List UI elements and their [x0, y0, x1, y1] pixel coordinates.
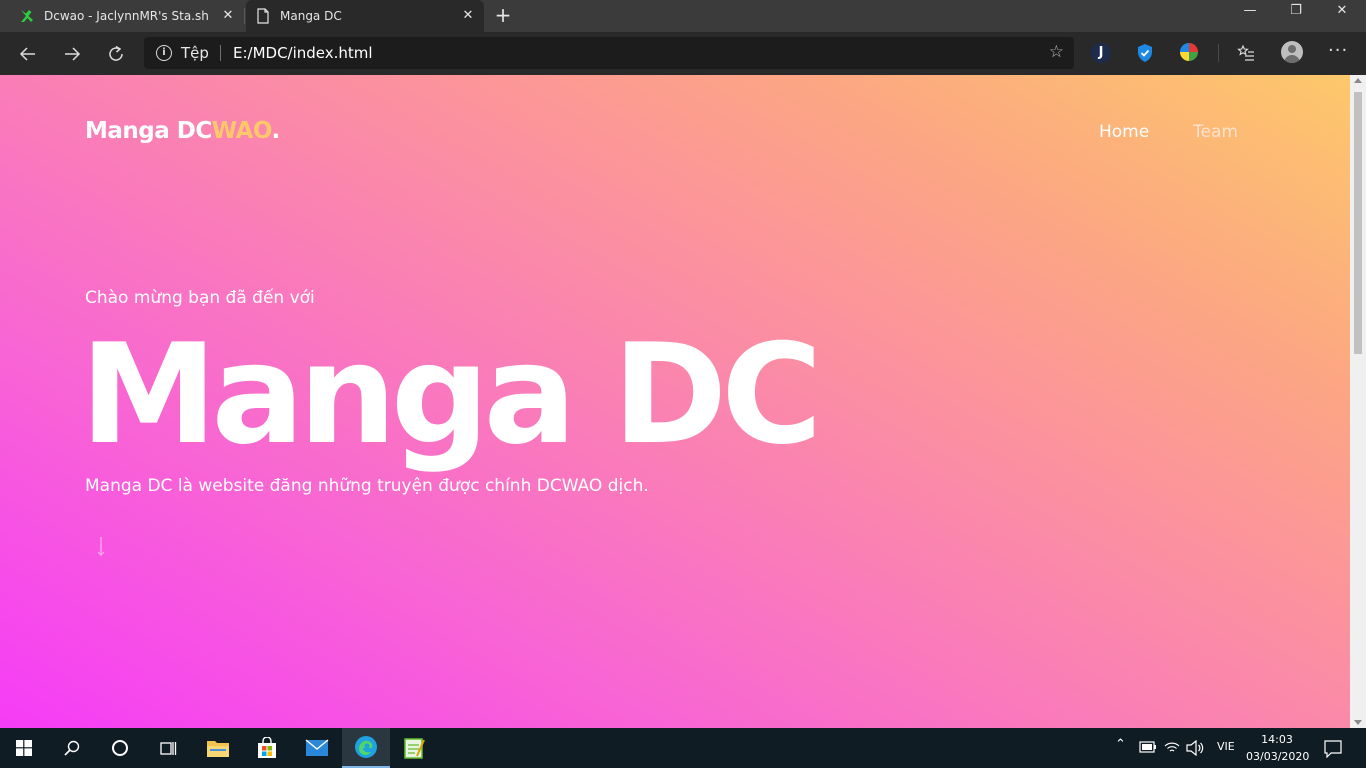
edge-icon: [355, 736, 377, 758]
minimize-button[interactable]: —: [1227, 0, 1273, 24]
browser-toolbar: i Tệp E:/MDC/index.html ☆ J ···: [0, 32, 1366, 75]
file-explorer-button[interactable]: [194, 728, 242, 768]
forward-button[interactable]: [56, 38, 88, 70]
page-scrollbar[interactable]: [1350, 75, 1366, 728]
address-bar[interactable]: i Tệp E:/MDC/index.html ☆: [144, 37, 1074, 69]
settings-more-icon[interactable]: ···: [1328, 40, 1348, 61]
tab-divider: [244, 8, 245, 24]
windows-logo-icon: [16, 740, 32, 756]
mail-icon: [305, 739, 329, 756]
tab-title: Dcwao - JaclynnMR's Sta.sh: [44, 9, 209, 23]
nav-home-link[interactable]: Home: [1099, 122, 1149, 142]
favorite-star-icon[interactable]: ☆: [1049, 42, 1064, 62]
edge-button[interactable]: [342, 728, 390, 768]
scroll-down-arrow-icon[interactable]: [98, 537, 108, 559]
clock-date: 03/03/2020: [1246, 750, 1310, 763]
info-icon[interactable]: i: [156, 45, 172, 61]
new-tab-button[interactable]: +: [492, 5, 514, 27]
extension-j-icon[interactable]: J: [1091, 43, 1111, 63]
task-view-icon: [160, 742, 177, 755]
close-window-button[interactable]: ✕: [1319, 0, 1365, 24]
task-view-button[interactable]: [144, 728, 192, 768]
battery-icon[interactable]: [1139, 741, 1157, 753]
stash-icon: [21, 10, 33, 22]
favorites-icon[interactable]: [1237, 44, 1255, 62]
wifi-icon[interactable]: [1164, 740, 1180, 754]
nav-team-link[interactable]: Team: [1193, 122, 1238, 142]
notepad-icon: [404, 738, 425, 759]
scrollbar-thumb[interactable]: [1354, 92, 1362, 354]
hero-description: Manga DC là website đăng những truyện đư…: [85, 476, 649, 496]
forward-arrow-icon: [65, 47, 81, 61]
folder-icon: [207, 741, 229, 757]
store-icon: [258, 737, 276, 758]
scroll-up-arrow-icon[interactable]: [1354, 78, 1362, 83]
cortana-circle-icon: [112, 740, 128, 756]
mail-button[interactable]: [293, 728, 341, 768]
search-button[interactable]: [48, 728, 96, 768]
globe-extension-icon[interactable]: [1180, 43, 1198, 61]
shield-extension-icon[interactable]: [1136, 43, 1154, 63]
profile-avatar[interactable]: [1281, 41, 1303, 63]
page-viewport: Manga DCWAO. Home Team Chào mừng bạn đã …: [0, 75, 1350, 728]
refresh-icon: [109, 45, 123, 61]
language-indicator[interactable]: VIE: [1217, 740, 1235, 753]
address-divider: [220, 45, 221, 61]
refresh-button[interactable]: [100, 38, 132, 70]
toolbar-divider: [1218, 44, 1219, 62]
url-text[interactable]: E:/MDC/index.html: [233, 44, 373, 62]
close-tab-icon[interactable]: ✕: [460, 8, 476, 24]
tab-title: Manga DC: [280, 9, 342, 23]
windows-taskbar: ⌃ VIE 14:03 03/03/2020: [0, 728, 1366, 768]
cortana-button[interactable]: [96, 728, 144, 768]
site-logo[interactable]: Manga DCWAO.: [85, 118, 280, 144]
tab-strip: Dcwao - JaclynnMR's Sta.sh ✕ Manga DC ✕ …: [0, 0, 1366, 32]
notepad-button[interactable]: [390, 728, 438, 768]
search-icon: [64, 740, 80, 756]
volume-icon[interactable]: [1186, 740, 1204, 756]
restore-button[interactable]: ❐: [1273, 0, 1319, 24]
logo-main: Manga DC: [85, 118, 212, 144]
hero-title: Manga DC: [80, 314, 822, 475]
show-hidden-icons-chevron-icon[interactable]: ⌃: [1115, 737, 1126, 752]
welcome-text: Chào mừng bạn đã đến với: [85, 288, 315, 308]
logo-accent: WAO: [211, 118, 272, 144]
store-button[interactable]: [243, 728, 291, 768]
start-button[interactable]: [0, 728, 48, 768]
scroll-down-button-icon[interactable]: [1354, 720, 1362, 725]
logo-dot: .: [271, 118, 280, 144]
back-arrow-icon: [19, 47, 35, 61]
system-clock[interactable]: 14:03 03/03/2020: [1246, 731, 1310, 765]
protocol-label: Tệp: [181, 44, 209, 62]
clock-time: 14:03: [1261, 733, 1293, 746]
page-icon: [257, 8, 269, 24]
tab-manga-dc[interactable]: Manga DC ✕: [246, 0, 484, 32]
notification-center-icon[interactable]: [1324, 740, 1342, 758]
close-tab-icon[interactable]: ✕: [220, 8, 236, 24]
tab-stash[interactable]: Dcwao - JaclynnMR's Sta.sh ✕: [8, 0, 244, 32]
back-button[interactable]: [12, 38, 44, 70]
